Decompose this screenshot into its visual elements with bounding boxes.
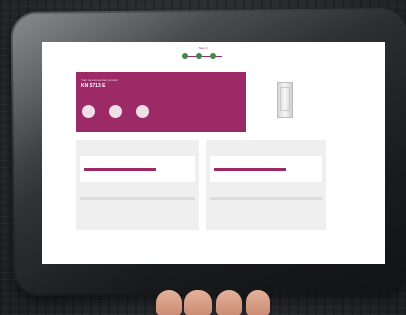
banner-kicker: Your recommended product bbox=[81, 78, 118, 82]
tablet-screen: Step 4 Your recommended product KN 5713 … bbox=[42, 42, 385, 264]
step-dots bbox=[178, 53, 228, 59]
finger bbox=[246, 290, 270, 315]
card-divider bbox=[80, 197, 195, 200]
settings-icon bbox=[136, 105, 149, 118]
step-dot-2[interactable] bbox=[196, 53, 202, 59]
refrigerator-door bbox=[280, 87, 290, 111]
finger bbox=[156, 290, 182, 315]
capacity-icon bbox=[109, 105, 122, 118]
card-bar bbox=[84, 168, 156, 171]
banner-title: KN 5713 E bbox=[81, 83, 106, 89]
step-dot-1[interactable] bbox=[182, 53, 188, 59]
card-divider bbox=[210, 197, 322, 200]
photo-scene: Step 4 Your recommended product KN 5713 … bbox=[0, 0, 406, 315]
recommendation-banner: Your recommended product KN 5713 E bbox=[76, 72, 246, 132]
card-box bbox=[80, 156, 195, 182]
step-label: Step 4 bbox=[198, 46, 208, 50]
step-line bbox=[184, 56, 222, 57]
product-image-panel bbox=[252, 72, 327, 132]
hand bbox=[150, 290, 280, 315]
card-box bbox=[210, 156, 322, 182]
finger bbox=[216, 290, 242, 315]
refrigerator-icon bbox=[277, 82, 293, 118]
card-bar bbox=[214, 168, 286, 171]
step-dot-3[interactable] bbox=[210, 53, 216, 59]
comparison-card-1 bbox=[76, 140, 199, 230]
energy-icon bbox=[82, 105, 95, 118]
finger bbox=[184, 290, 212, 315]
progress-stepper: Step 4 bbox=[178, 46, 228, 68]
comparison-card-2 bbox=[206, 140, 326, 230]
